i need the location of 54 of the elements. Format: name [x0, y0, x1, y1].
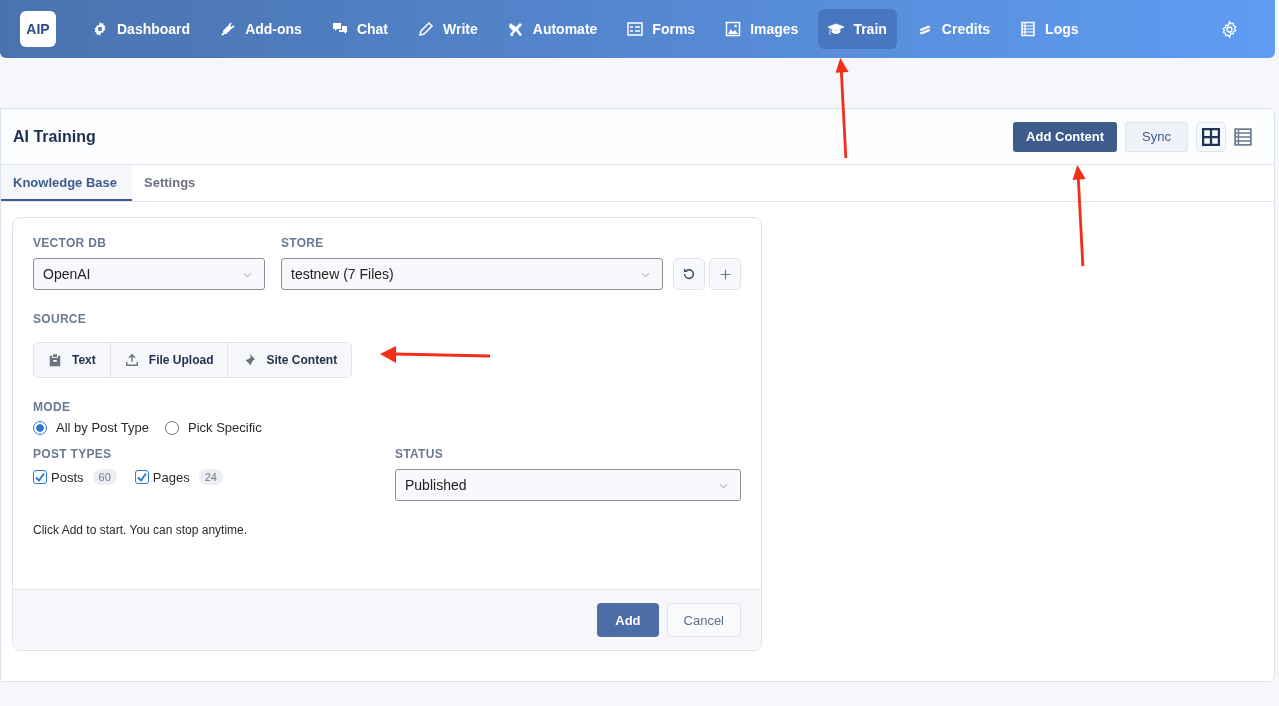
mode-radio[interactable]: All by Post Type — [33, 420, 149, 435]
add-button[interactable]: Add — [597, 603, 659, 637]
nav-item[interactable]: Train — [818, 9, 897, 49]
post-type-checkbox[interactable]: Posts — [33, 469, 84, 485]
field-label: MODE — [33, 400, 71, 414]
grid-view-toggle[interactable] — [1196, 121, 1226, 152]
hint-text: Click Add to start. You can stop anytime. — [33, 523, 248, 537]
chevron-down-icon — [243, 272, 252, 278]
settings-icon[interactable] — [1220, 19, 1239, 39]
vector-db-select[interactable]: OpenAI — [33, 258, 265, 290]
grid-icon — [1202, 127, 1220, 146]
nav-item[interactable]: Automate — [497, 9, 608, 49]
sync-button[interactable]: Sync — [1125, 121, 1188, 152]
count-badge: 60 — [92, 469, 117, 485]
field-label: VECTOR DB — [33, 236, 108, 250]
chevron-down-icon — [641, 272, 650, 278]
form-icon — [627, 21, 644, 37]
list-icon — [1020, 21, 1037, 37]
clipboard-icon — [48, 353, 62, 367]
source-option[interactable]: Text — [34, 343, 111, 377]
tab[interactable]: Knowledge Base — [1, 165, 133, 201]
checkmark-icon — [135, 471, 148, 483]
field-label: POST TYPES — [33, 447, 113, 461]
field-label: STATUS — [395, 447, 445, 461]
image-icon — [725, 21, 742, 37]
status-select[interactable]: Published — [395, 469, 741, 501]
add-content-button[interactable]: Add Content — [1013, 121, 1118, 152]
gear-icon — [92, 21, 108, 37]
nav-item[interactable]: Write — [408, 9, 488, 49]
app-logo[interactable]: AIP — [20, 11, 56, 47]
source-option[interactable]: File Upload — [110, 343, 229, 377]
upload-icon — [124, 353, 139, 367]
mode-radio[interactable]: Pick Specific — [165, 420, 262, 435]
checkmark-icon — [34, 471, 46, 483]
store-select[interactable]: testnew (7 Files) — [281, 258, 663, 290]
refresh-icon — [682, 267, 696, 281]
nav-item[interactable]: Chat — [321, 9, 398, 49]
chevron-down-icon — [719, 483, 728, 489]
nav-item[interactable]: Dashboard — [82, 9, 201, 49]
refresh-button[interactable] — [673, 258, 705, 290]
field-label: STORE — [281, 236, 325, 250]
post-type-checkbox[interactable]: Pages — [134, 469, 190, 485]
page-title: AI Training — [13, 127, 96, 146]
cancel-button[interactable]: Cancel — [666, 603, 741, 637]
nav-item[interactable]: Add-ons — [210, 9, 312, 49]
list-icon — [1234, 127, 1252, 146]
source-option[interactable]: Site Content — [228, 343, 352, 377]
pencil-icon — [418, 21, 434, 37]
nav-item[interactable]: Images — [715, 9, 809, 49]
cap-icon — [828, 21, 845, 37]
plus-icon — [718, 267, 732, 281]
nav-item[interactable]: Forms — [617, 9, 706, 49]
count-badge: 24 — [198, 469, 223, 485]
field-label: SOURCE — [33, 312, 87, 326]
